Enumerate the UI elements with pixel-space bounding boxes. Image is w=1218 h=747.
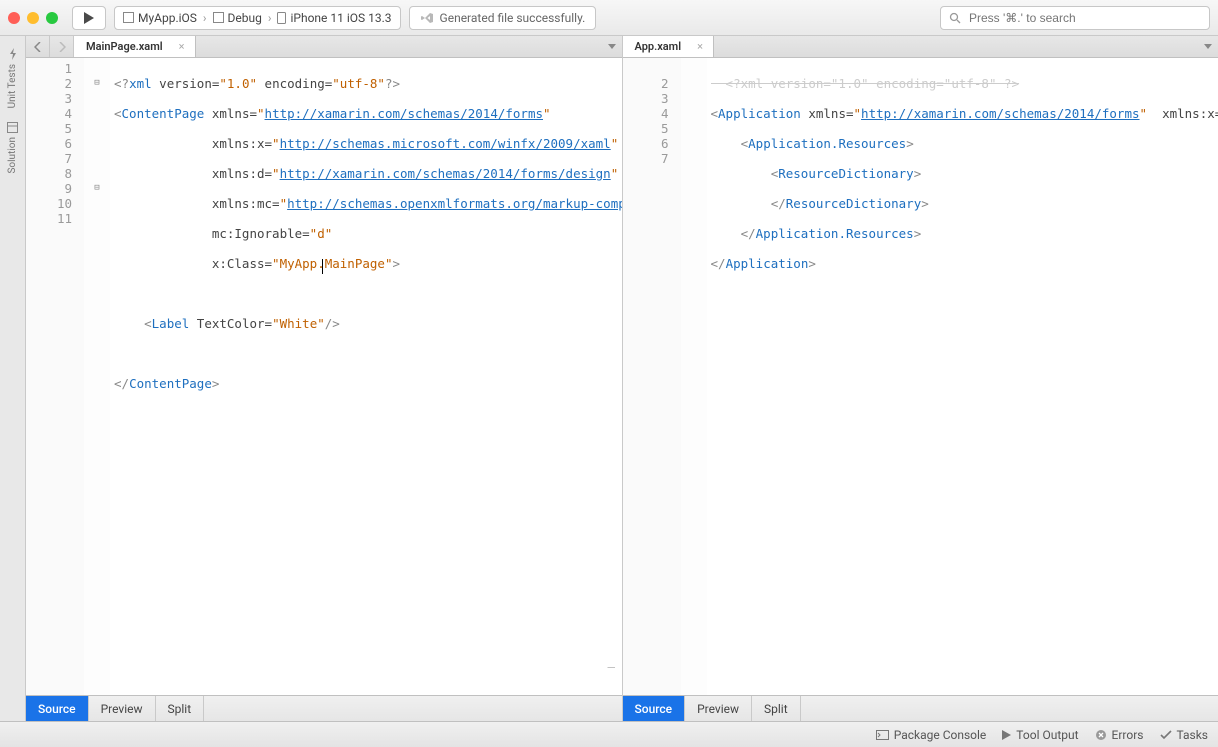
main-body: Unit Tests Solution MainPage.xaml × [0,36,1218,721]
fold-column: ⊟ ⊟ [84,58,110,695]
line-number: 1 [26,61,80,76]
search-icon [949,12,961,24]
line-number: 2 [26,76,80,91]
text-cursor [322,259,323,274]
tab-dropdown-button[interactable] [1198,36,1218,57]
left-sidebar: Unit Tests Solution [0,36,26,721]
global-search-input[interactable] [967,10,1201,26]
code-area[interactable]: 2 3 4 5 6 7 <?xml version="1.0" encoding… [623,58,1218,695]
console-icon [876,730,889,740]
sidebar-item-unit-tests[interactable]: Unit Tests [7,42,18,114]
breadcrumb-config-label: Debug [228,11,262,25]
build-status-text: Generated file successfully. [440,11,586,25]
code-content[interactable]: <?xml version="1.0" encoding="utf-8"?> <… [110,58,622,695]
code-area[interactable]: 1 2 3 4 5 6 7 8 9 10 11 ⊟ [26,58,622,695]
line-number: 3 [623,91,677,106]
left-editor: MainPage.xaml × 1 2 3 4 5 6 7 8 [26,36,623,721]
line-number: 5 [26,121,80,136]
fold-toggle[interactable]: ⊟ [84,76,110,91]
status-bar: Package Console Tool Output Errors Tasks [0,721,1218,747]
check-icon [1160,730,1172,740]
line-number: 11 [26,211,80,226]
line-number: 6 [26,136,80,151]
line-number: 9 [26,181,80,196]
line-number: 4 [26,106,80,121]
maximize-window-button[interactable] [46,12,58,24]
view-tab-source[interactable]: Source [623,696,686,721]
breadcrumb-project[interactable]: MyApp.iOS [123,11,197,25]
right-editor: App.xaml × 2 3 4 5 6 7 [623,36,1218,721]
nav-back-button[interactable] [26,36,50,57]
line-number: 7 [26,151,80,166]
status-errors[interactable]: Errors [1095,728,1144,742]
line-number: 7 [623,151,677,166]
titlebar: MyApp.iOS › Debug › iPhone 11 iOS 13.3 G… [0,0,1218,36]
sidebar-item-label: Solution [7,137,18,174]
tab-close-icon[interactable]: × [697,40,703,53]
breadcrumb-config[interactable]: Debug [213,11,262,25]
view-mode-tabs: Source Preview Split [26,695,622,721]
breadcrumb-device[interactable]: iPhone 11 iOS 13.3 [277,11,391,25]
line-number: 2 [623,76,677,91]
line-number: 4 [623,106,677,121]
line-number: 8 [26,166,80,181]
play-icon [1002,730,1011,740]
vs-logo-icon [420,11,434,25]
device-icon [277,12,286,24]
minimize-window-button[interactable] [27,12,39,24]
run-target-breadcrumb[interactable]: MyApp.iOS › Debug › iPhone 11 iOS 13.3 [114,6,401,30]
app-window: MyApp.iOS › Debug › iPhone 11 iOS 13.3 G… [0,0,1218,747]
project-icon [123,12,134,23]
nav-forward-button[interactable] [50,36,74,57]
view-mode-tabs: Source Preview Split [623,695,1218,721]
code-content[interactable]: <?xml version="1.0" encoding="utf-8" ?> … [707,58,1218,695]
status-label: Tool Output [1016,728,1078,742]
scroll-stub-icon: — [608,659,620,665]
fold-toggle[interactable]: ⊟ [84,181,110,196]
breadcrumb-device-label: iPhone 11 iOS 13.3 [290,11,391,25]
error-icon [1095,729,1107,741]
sidebar-item-solution[interactable]: Solution [7,116,18,180]
breadcrumb-project-label: MyApp.iOS [138,11,197,25]
line-number-gutter: 1 2 3 4 5 6 7 8 9 10 11 [26,58,84,695]
tab-dropdown-button[interactable] [602,36,622,57]
view-tab-preview[interactable]: Preview [89,696,156,721]
status-package-console[interactable]: Package Console [876,728,987,742]
view-tab-split[interactable]: Split [752,696,801,721]
line-number: 3 [26,91,80,106]
sidebar-item-label: Unit Tests [7,64,18,108]
editor-split: MainPage.xaml × 1 2 3 4 5 6 7 8 [26,36,1218,721]
status-label: Tasks [1177,728,1209,742]
line-number: 10 [26,196,80,211]
view-tab-split[interactable]: Split [156,696,205,721]
global-search[interactable] [940,6,1210,30]
window-controls [8,12,58,24]
status-tasks[interactable]: Tasks [1160,728,1209,742]
tab-title: App.xaml [635,40,682,53]
tab-row: MainPage.xaml × [26,36,622,58]
solution-icon [7,122,18,133]
line-number: 5 [623,121,677,136]
run-button[interactable] [72,6,106,30]
status-tool-output[interactable]: Tool Output [1002,728,1078,742]
tab-title: MainPage.xaml [86,40,163,53]
breadcrumb-sep-icon: › [268,11,272,25]
line-number-gutter: 2 3 4 5 6 7 [623,58,681,695]
status-label: Package Console [894,728,987,742]
fold-column [681,58,707,695]
breadcrumb-sep-icon: › [203,11,207,25]
close-window-button[interactable] [8,12,20,24]
tab-close-icon[interactable]: × [179,40,185,53]
lightning-icon [8,48,18,60]
tab-mainpage[interactable]: MainPage.xaml × [74,36,196,57]
build-status: Generated file successfully. [409,6,597,30]
view-tab-preview[interactable]: Preview [685,696,752,721]
status-label: Errors [1112,728,1144,742]
config-icon [213,12,224,23]
tab-appxaml[interactable]: App.xaml × [623,36,714,57]
line-number: 6 [623,136,677,151]
truncated-line: <?xml version="1.0" encoding="utf-8" ?> [711,76,1218,91]
view-tab-source[interactable]: Source [26,696,89,721]
tab-row: App.xaml × [623,36,1218,58]
